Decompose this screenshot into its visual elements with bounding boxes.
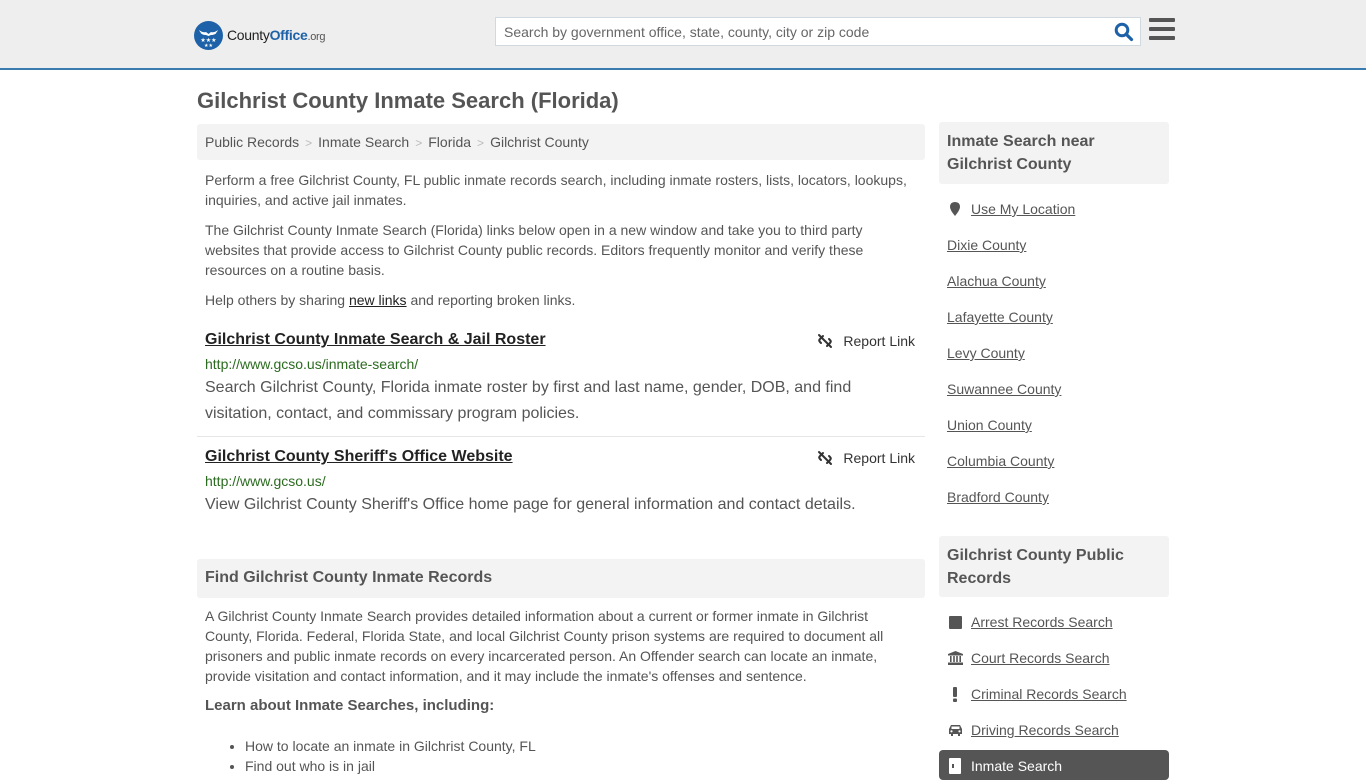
result-title-link[interactable]: Gilchrist County Inmate Search & Jail Ro…: [205, 331, 546, 349]
sidebar-item-arrest-records[interactable]: Arrest Records Search: [947, 614, 1113, 630]
sidebar-item-court-records[interactable]: Court Records Search: [947, 650, 1110, 666]
new-links-link[interactable]: new links: [349, 292, 407, 308]
nearby-county-link[interactable]: Levy County: [947, 345, 1025, 361]
top-header: ★★★ ★★ CountyOffice.org: [0, 0, 1366, 70]
result-description: View Gilchrist County Sheriff's Office h…: [205, 496, 856, 513]
report-link-label: Report Link: [843, 333, 915, 349]
broken-link-icon: [818, 451, 833, 465]
page-title: Gilchrist County Inmate Search (Florida): [197, 88, 619, 113]
sidebar-item-label: Criminal Records Search: [971, 686, 1127, 702]
sidebar-item-label: Inmate Search: [971, 758, 1063, 774]
result-url: http://www.gcso.us/inmate-search/: [205, 356, 419, 372]
result-divider: [197, 436, 925, 437]
report-link-label: Report Link: [843, 450, 915, 466]
search-input[interactable]: [496, 18, 1106, 45]
sidebar-item-driving-records[interactable]: Driving Records Search: [947, 722, 1119, 738]
breadcrumb-public-records[interactable]: Public Records: [205, 134, 299, 150]
result-url: http://www.gcso.us/: [205, 473, 326, 489]
eagle-logo-icon: ★★★ ★★: [194, 20, 223, 50]
nearby-county-link[interactable]: Alachua County: [947, 273, 1046, 289]
broken-link-icon: [818, 334, 833, 348]
use-my-location-label: Use My Location: [971, 201, 1076, 217]
breadcrumb-separator: >: [477, 136, 485, 150]
door-icon: [947, 758, 963, 774]
car-icon: [947, 724, 963, 736]
use-my-location-link[interactable]: Use My Location: [947, 201, 1075, 217]
help-text: Help others by sharing: [205, 292, 349, 308]
learn-heading: Learn about Inmate Searches, including:: [205, 697, 495, 714]
list-item: How to locate an inmate in Gilchrist Cou…: [245, 736, 536, 756]
sidebar-item-label: Court Records Search: [971, 650, 1110, 666]
sidebar-item-inmate-search[interactable]: Inmate Search: [939, 750, 1169, 780]
square-icon: [947, 615, 963, 629]
logo-wordmark: CountyOffice.org: [227, 27, 326, 43]
sidebar-item-criminal-records[interactable]: Criminal Records Search: [947, 686, 1127, 702]
nearby-county-link[interactable]: Union County: [947, 417, 1032, 433]
learn-list: How to locate an inmate in Gilchrist Cou…: [245, 736, 536, 776]
site-logo[interactable]: ★★★ ★★ CountyOffice.org: [194, 20, 326, 50]
svg-text:★★: ★★: [204, 43, 213, 49]
result-description: Search Gilchrist County, Florida inmate …: [205, 379, 852, 422]
nearby-heading: Inmate Search near Gilchrist County: [939, 122, 1169, 184]
help-text-end: and reporting broken links.: [406, 292, 576, 308]
result-item: Gilchrist County Inmate Search & Jail Ro…: [197, 331, 925, 431]
result-item: Gilchrist County Sheriff's Office Websit…: [197, 448, 925, 528]
nearby-county-link[interactable]: Dixie County: [947, 237, 1026, 253]
report-link-button[interactable]: Report Link: [817, 333, 915, 349]
sidebar-item-label: Arrest Records Search: [971, 614, 1113, 630]
report-link-button[interactable]: Report Link: [817, 450, 915, 466]
list-item: Find out who is in jail: [245, 756, 536, 776]
help-paragraph: Help others by sharing new links and rep…: [205, 290, 917, 310]
map-pin-icon: [947, 201, 963, 217]
find-records-heading: Find Gilchrist County Inmate Records: [197, 559, 925, 598]
breadcrumb-gilchrist-county[interactable]: Gilchrist County: [490, 134, 589, 150]
result-title-link[interactable]: Gilchrist County Sheriff's Office Websit…: [205, 448, 513, 466]
breadcrumb-separator: >: [415, 136, 423, 150]
intro-paragraph: Perform a free Gilchrist County, FL publ…: [205, 172, 907, 208]
breadcrumb-florida[interactable]: Florida: [428, 134, 471, 150]
find-records-body: A Gilchrist County Inmate Search provide…: [205, 608, 884, 684]
nearby-county-link[interactable]: Columbia County: [947, 453, 1054, 469]
public-records-heading: Gilchrist County Public Records: [939, 536, 1169, 597]
exclamation-icon: [947, 686, 963, 702]
breadcrumb-separator: >: [305, 136, 313, 150]
nearby-county-link[interactable]: Lafayette County: [947, 309, 1053, 325]
nearby-county-link[interactable]: Suwannee County: [947, 381, 1061, 397]
disclaimer-paragraph: The Gilchrist County Inmate Search (Flor…: [205, 222, 864, 278]
breadcrumb-inmate-search[interactable]: Inmate Search: [318, 134, 409, 150]
courthouse-icon: [947, 651, 963, 665]
search-bar: [495, 17, 1141, 46]
breadcrumb: Public Records > Inmate Search > Florida > Gil…: [197, 124, 925, 160]
sidebar-item-label: Driving Records Search: [971, 722, 1119, 738]
nearby-county-link[interactable]: Bradford County: [947, 489, 1049, 505]
search-icon[interactable]: [1114, 22, 1134, 42]
hamburger-menu-icon[interactable]: [1149, 18, 1175, 42]
